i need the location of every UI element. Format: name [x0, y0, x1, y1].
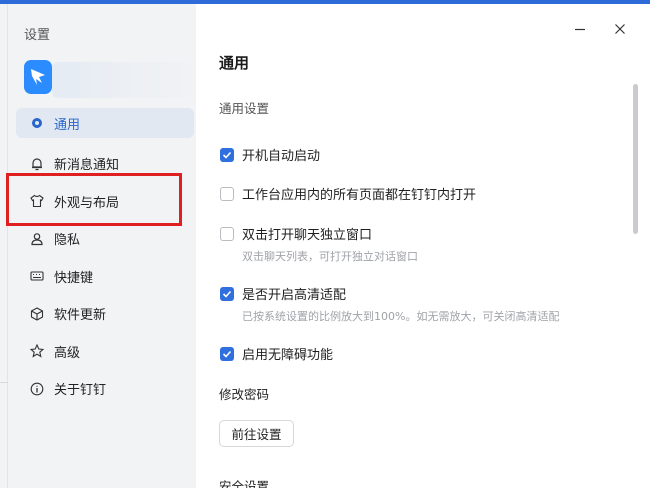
sidebar-item-advanced[interactable]: 高级: [16, 333, 194, 371]
checkbox-checked[interactable]: [220, 147, 234, 162]
bell-icon: [30, 157, 44, 171]
strip-divider: [0, 382, 8, 383]
sidebar-item-label: 快捷键: [54, 270, 94, 286]
sidebar-nav: 通用 新消息通知 外观与布局 隐私 快捷键 软件更新 高级 关于钉钉: [16, 108, 194, 408]
blurred-username: [52, 62, 192, 98]
check-icon: [222, 290, 232, 298]
sidebar-item-general[interactable]: 通用: [16, 108, 194, 138]
sidebar-item-update[interactable]: 软件更新: [16, 295, 194, 333]
background-window-strip: [0, 4, 8, 488]
sidebar-item-label: 软件更新: [54, 308, 107, 324]
checkbox-checked[interactable]: [220, 286, 234, 301]
scrollbar-thumb[interactable]: [633, 84, 638, 234]
option-hd-adapt[interactable]: 是否开启高清适配: [220, 284, 346, 303]
checkbox-unchecked[interactable]: [220, 226, 234, 241]
sidebar-item-about[interactable]: 关于钉钉: [16, 370, 194, 408]
option-label: 工作台应用内的所有页面都在钉钉内打开: [242, 188, 477, 203]
goto-settings-button[interactable]: 前往设置: [219, 420, 294, 447]
sidebar-item-shortcuts[interactable]: 快捷键: [16, 258, 194, 296]
settings-sidebar: 设置 通用 新消息通知 外观与布局 隐私 快捷键 软件更新 高级 关于钉钉: [8, 4, 196, 488]
option-hint: 双击聊天列表，可打开独立对话窗口: [242, 250, 418, 263]
person-icon: [30, 232, 44, 246]
option-hint: 已按系统设置的比例放大到100%。如无需放大，可关闭高清适配: [242, 310, 560, 323]
section-security-title: 安全设置: [219, 479, 270, 488]
sidebar-item-label: 隐私: [54, 233, 81, 249]
option-double-click-window[interactable]: 双击打开聊天独立窗口: [220, 224, 372, 243]
option-auto-start[interactable]: 开机自动启动: [220, 145, 320, 164]
star-icon: [30, 344, 44, 358]
general-icon: [30, 116, 44, 130]
dingtalk-logo-icon: [31, 69, 45, 85]
option-label: 启用无障碍功能: [242, 348, 334, 363]
page-title: 通用: [219, 54, 250, 72]
checkbox-unchecked[interactable]: [220, 186, 234, 201]
option-open-in-app[interactable]: 工作台应用内的所有页面都在钉钉内打开: [220, 184, 476, 203]
sidebar-item-label: 新消息通知: [54, 158, 120, 174]
settings-content: 通用 通用设置 开机自动启动 工作台应用内的所有页面都在钉钉内打开 双击打开聊天…: [196, 4, 650, 488]
section-general-title: 通用设置: [219, 101, 270, 116]
close-icon[interactable]: [613, 22, 627, 36]
minimize-icon[interactable]: [573, 22, 587, 36]
cube-icon: [30, 307, 44, 321]
check-icon: [222, 151, 232, 159]
sidebar-item-label: 关于钉钉: [54, 383, 107, 399]
settings-title: 设置: [24, 28, 51, 43]
option-label: 双击打开聊天独立窗口: [242, 228, 373, 243]
option-accessibility[interactable]: 启用无障碍功能: [220, 344, 333, 363]
checkbox-checked[interactable]: [220, 346, 234, 361]
keyboard-icon: [30, 269, 44, 283]
sidebar-item-label: 通用: [54, 117, 81, 133]
sidebar-item-label: 高级: [54, 345, 81, 361]
avatar: [24, 60, 52, 94]
option-label: 开机自动启动: [242, 149, 321, 164]
user-profile[interactable]: [24, 60, 192, 100]
option-label: 是否开启高清适配: [242, 288, 347, 303]
red-highlight-box: [6, 173, 182, 226]
section-password-title: 修改密码: [219, 387, 270, 402]
info-icon: [30, 382, 44, 396]
check-icon: [222, 350, 232, 358]
